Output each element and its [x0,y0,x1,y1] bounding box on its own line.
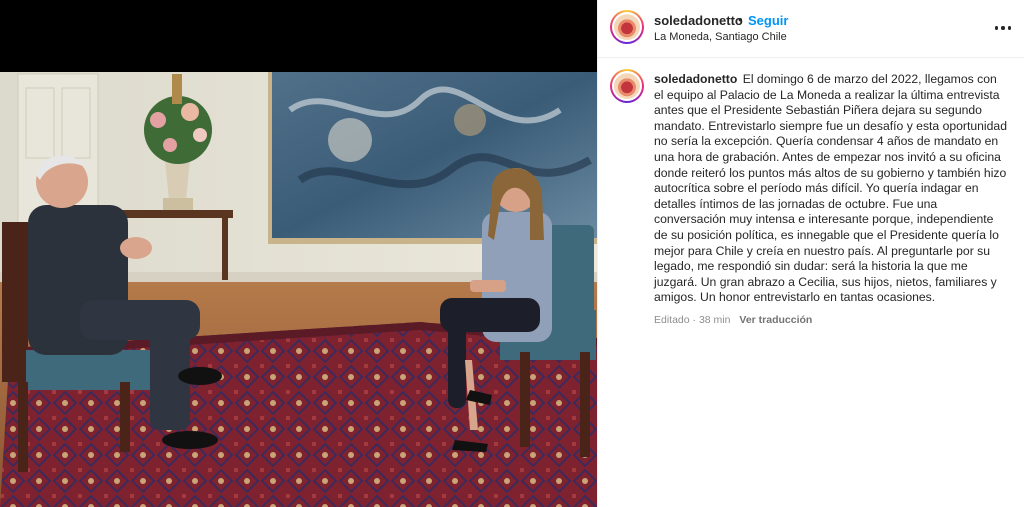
header-username[interactable]: soledadonetto [654,13,743,28]
caption-body: El domingo 6 de marzo del 2022, llegamos… [654,72,1007,305]
see-translation-link[interactable]: Ver traducción [739,314,812,326]
caption-meta: Editado · 38 min Ver traducción [654,314,1008,326]
caption-block: soledadonetto El domingo 6 de marzo del … [598,58,1024,326]
post-header: soledadonetto • Seguir La Moneda, Santia… [598,0,1024,58]
more-horizontal-icon[interactable] [994,19,1012,37]
caption-username[interactable]: soledadonetto [654,72,737,86]
follow-button[interactable]: Seguir [748,13,788,28]
edited-timestamp: Editado · 38 min [654,313,731,326]
post-photo[interactable] [0,0,597,507]
caption-avatar[interactable] [610,69,644,103]
interview-photo-illustration [0,0,597,507]
separator-dot: • [738,12,743,27]
location-link[interactable]: La Moneda, Santiago Chile [654,31,787,43]
post-side-panel: soledadonetto • Seguir La Moneda, Santia… [597,0,1024,507]
caption-text: soledadonetto El domingo 6 de marzo del … [654,72,1008,306]
avatar[interactable] [610,10,644,44]
